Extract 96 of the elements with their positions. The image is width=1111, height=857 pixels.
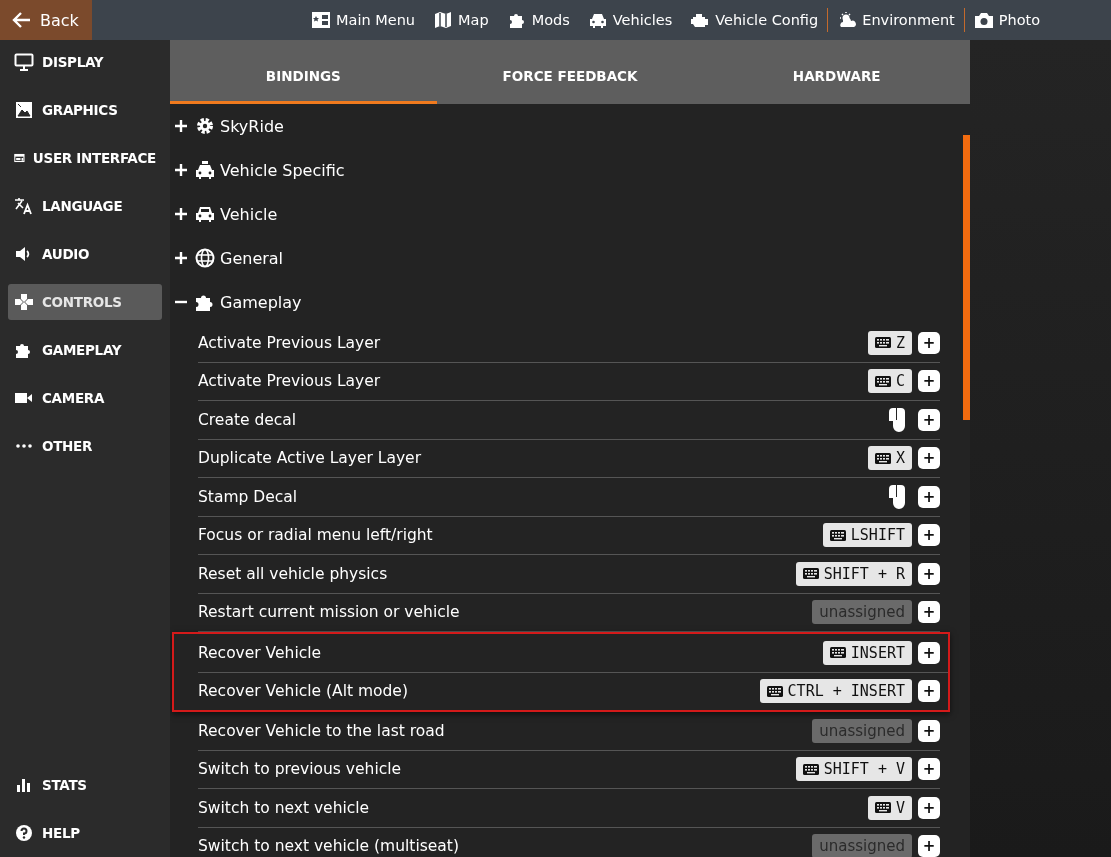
tab[interactable]: HARDWARE — [703, 40, 970, 104]
category-title[interactable]: General — [220, 248, 284, 268]
nav-menu-item[interactable]: Vehicle Config — [681, 11, 828, 29]
add-binding-button[interactable]: + — [918, 447, 940, 470]
category-title[interactable]: Vehicle — [220, 204, 278, 224]
action-label: Recover Vehicle (Alt mode) — [198, 682, 409, 701]
keyboard-icon — [802, 568, 819, 580]
add-binding-button[interactable]: + — [918, 680, 940, 703]
tab[interactable]: FORCE FEEDBACK — [436, 40, 704, 104]
action-label: Switch to next vehicle (multiseat) — [198, 837, 460, 856]
plus-icon[interactable] — [174, 251, 188, 265]
key-binding[interactable]: Z — [867, 330, 912, 355]
globe-icon — [194, 248, 216, 268]
sidebar-item[interactable]: GRAPHICS — [8, 92, 162, 128]
cloud-sun-icon — [837, 11, 858, 29]
sidebar-item[interactable]: DISPLAY — [8, 44, 162, 80]
key-binding[interactable]: INSERT — [822, 640, 912, 665]
nav-menu-item[interactable]: Photo — [964, 11, 1050, 29]
keyboard-icon — [874, 337, 891, 349]
sidebar-item[interactable]: OTHER — [8, 428, 162, 464]
category-title[interactable]: Vehicle Specific — [220, 160, 345, 180]
keyboard-icon — [874, 802, 891, 814]
add-binding-button[interactable]: + — [918, 758, 940, 781]
scrollbar-thumb[interactable] — [963, 135, 970, 420]
add-binding-button[interactable]: + — [918, 370, 940, 393]
key-binding[interactable]: V — [867, 795, 912, 820]
back-button[interactable]: Back — [0, 0, 92, 40]
nav-menu-item[interactable]: Environment — [828, 11, 964, 29]
camera-icon — [973, 11, 994, 29]
tab[interactable]: BINDINGS — [170, 40, 437, 104]
key-binding[interactable]: SHIFT + R — [795, 561, 912, 586]
keyboard-icon — [874, 452, 891, 464]
action-label: Switch to previous vehicle — [198, 760, 403, 779]
action-label: Restart current mission or vehicle — [198, 603, 461, 622]
sidebar-item[interactable]: STATS — [8, 767, 162, 803]
action-label: Reset all vehicle physics — [198, 564, 389, 583]
action-label: Activate Previous Layer — [198, 372, 382, 391]
car-icon — [587, 11, 608, 29]
sidebar-item[interactable]: CAMERA — [8, 380, 162, 416]
nav-menu-item[interactable]: Map — [424, 11, 498, 29]
action-label: Activate Previous Layer — [198, 333, 382, 352]
add-binding-button[interactable]: + — [918, 485, 940, 508]
sidebar-item[interactable]: CONTROLS — [8, 284, 162, 320]
action-label: Create decal — [198, 410, 298, 429]
action-label: Duplicate Active Layer Layer — [198, 449, 422, 468]
keyboard-icon — [874, 375, 891, 387]
gear-icon — [194, 116, 216, 136]
taxi-icon — [194, 160, 216, 180]
keyboard-icon — [802, 763, 819, 775]
add-binding-button[interactable]: + — [918, 835, 940, 857]
mouse-icon[interactable] — [888, 483, 906, 510]
category-title[interactable]: Gameplay — [220, 292, 302, 312]
translate-icon — [14, 197, 34, 215]
category-title[interactable]: SkyRide — [220, 116, 284, 136]
arrow-left-icon — [12, 11, 32, 29]
nav-menu-item[interactable]: Main Menu — [302, 11, 425, 29]
car-icon — [194, 204, 216, 224]
add-binding-button[interactable]: + — [918, 524, 940, 547]
map-icon — [433, 11, 454, 29]
add-binding-button[interactable]: + — [918, 331, 940, 354]
action-label: Switch to next vehicle — [198, 798, 371, 817]
sidebar-item[interactable]: GAMEPLAY — [8, 332, 162, 368]
sidebar-item[interactable]: HELP — [8, 815, 162, 851]
add-binding-button[interactable]: + — [918, 796, 940, 819]
plus-icon[interactable] — [174, 207, 188, 221]
plus-icon[interactable] — [174, 119, 188, 133]
key-binding[interactable]: CTRL + INSERT — [759, 679, 912, 704]
mouse-icon[interactable] — [888, 406, 906, 433]
action-label: Stamp Decal — [198, 487, 299, 506]
keyboard-icon — [829, 529, 846, 541]
keyboard-icon — [766, 685, 783, 697]
nav-menu-item[interactable]: Vehicles — [578, 11, 682, 29]
action-label: Recover Vehicle to the last road — [198, 721, 446, 740]
key-binding[interactable]: X — [867, 446, 912, 471]
add-binding-button[interactable]: + — [918, 719, 940, 742]
add-binding-button[interactable]: + — [918, 408, 940, 431]
nav-menu-item[interactable]: Mods — [497, 11, 579, 29]
image-icon — [14, 101, 34, 119]
key-binding[interactable]: C — [867, 369, 912, 394]
menu-grid-icon — [311, 11, 331, 29]
gamepad-icon — [14, 293, 34, 311]
add-binding-button[interactable]: + — [918, 562, 940, 585]
action-label: Focus or radial menu left/right — [198, 526, 434, 545]
action-label: Recover Vehicle — [198, 643, 323, 662]
keyboard-icon — [829, 647, 846, 659]
dots-icon — [16, 444, 32, 448]
plus-icon[interactable] — [174, 163, 188, 177]
sidebar-item[interactable]: USER INTERFACE — [8, 140, 162, 176]
add-binding-button[interactable]: + — [918, 641, 940, 664]
sidebar-item[interactable]: AUDIO — [8, 236, 162, 272]
key-binding[interactable]: SHIFT + V — [795, 757, 912, 782]
sidebar-item[interactable]: LANGUAGE — [8, 188, 162, 224]
help-icon — [14, 824, 34, 842]
add-binding-button[interactable]: + — [918, 601, 940, 624]
key-binding[interactable]: LSHIFT — [822, 523, 912, 548]
monitor-icon — [14, 53, 34, 71]
